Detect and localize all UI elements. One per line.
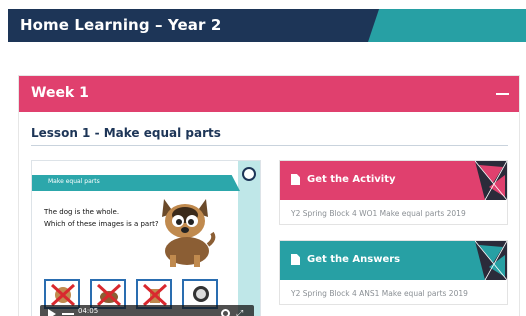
fullscreen-icon[interactable]: ⤢ — [236, 309, 246, 316]
get-answers-label: Get the Answers — [307, 254, 401, 265]
settings-gear-icon[interactable] — [221, 309, 230, 316]
video-banner: Make equal parts — [32, 175, 240, 191]
header-teal-band — [368, 9, 526, 42]
get-activity-label: Get the Activity — [307, 174, 396, 185]
activity-file-name[interactable]: Y2 Spring Block 4 WO1 Make equal parts 2… — [291, 209, 466, 218]
answers-file-name[interactable]: Y2 Spring Block 4 ANS1 Make equal parts … — [291, 289, 468, 298]
week-title: Week 1 — [31, 85, 89, 101]
triangle-pattern-icon — [475, 241, 507, 280]
week-accordion: Week 1 Lesson 1 - Make equal parts Make … — [18, 75, 520, 316]
logo-icon — [242, 167, 256, 181]
collapse-minus-icon[interactable] — [496, 93, 509, 95]
video-banner-text: Make equal parts — [48, 178, 100, 185]
triangle-pattern-icon — [475, 161, 507, 200]
page-header: Home Learning – Year 2 — [8, 9, 526, 42]
page-title: Home Learning – Year 2 — [20, 16, 222, 34]
answers-card-header[interactable]: Get the Answers — [280, 241, 507, 280]
eye-icon — [193, 286, 209, 302]
video-controls: 04:05 ⤢ — [40, 305, 254, 316]
video-time: 04:05 — [78, 307, 99, 315]
video-progress-bar[interactable] — [62, 313, 74, 315]
answers-card[interactable]: Get the Answers Y2 Spring Block 4 ANS1 M… — [279, 240, 508, 305]
dog-illustration-icon — [162, 199, 216, 267]
video-question-line-2: Which of these images is a part? — [44, 220, 159, 228]
video-side-strip — [238, 161, 260, 316]
activity-card-header[interactable]: Get the Activity — [280, 161, 507, 200]
lesson-video-player[interactable]: Make equal parts The dog is the whole. W… — [31, 160, 261, 316]
lesson-divider — [31, 145, 508, 146]
document-icon — [291, 254, 300, 265]
document-icon — [291, 174, 300, 185]
play-icon[interactable] — [48, 309, 56, 316]
video-question-line-1: The dog is the whole. — [44, 208, 120, 216]
activity-card[interactable]: Get the Activity Y2 Spring Block 4 WO1 M… — [279, 160, 508, 225]
week-accordion-header[interactable]: Week 1 — [19, 76, 519, 112]
lesson-title: Lesson 1 - Make equal parts — [31, 126, 221, 140]
